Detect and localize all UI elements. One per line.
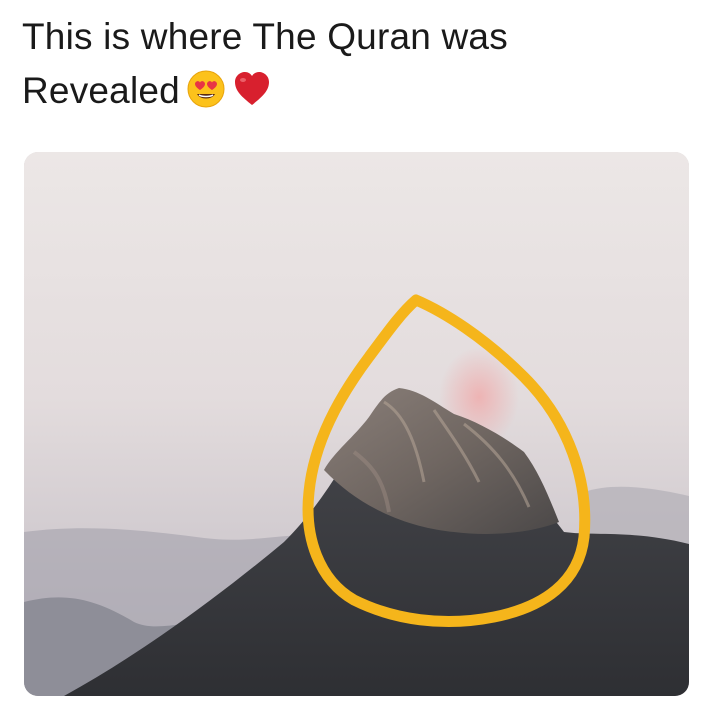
caption-line-2-wrapper: Revealed [22, 64, 682, 118]
mountain-photo [24, 152, 689, 696]
mountain-scene [24, 152, 689, 696]
heart-eyes-emoji-icon [186, 69, 226, 109]
caption-line-1: This is where The Quran was [22, 16, 508, 57]
caption-line-2: Revealed [22, 70, 180, 111]
post-caption: This is where The Quran was Revealed [22, 10, 682, 118]
red-heart-emoji-icon [232, 69, 272, 109]
